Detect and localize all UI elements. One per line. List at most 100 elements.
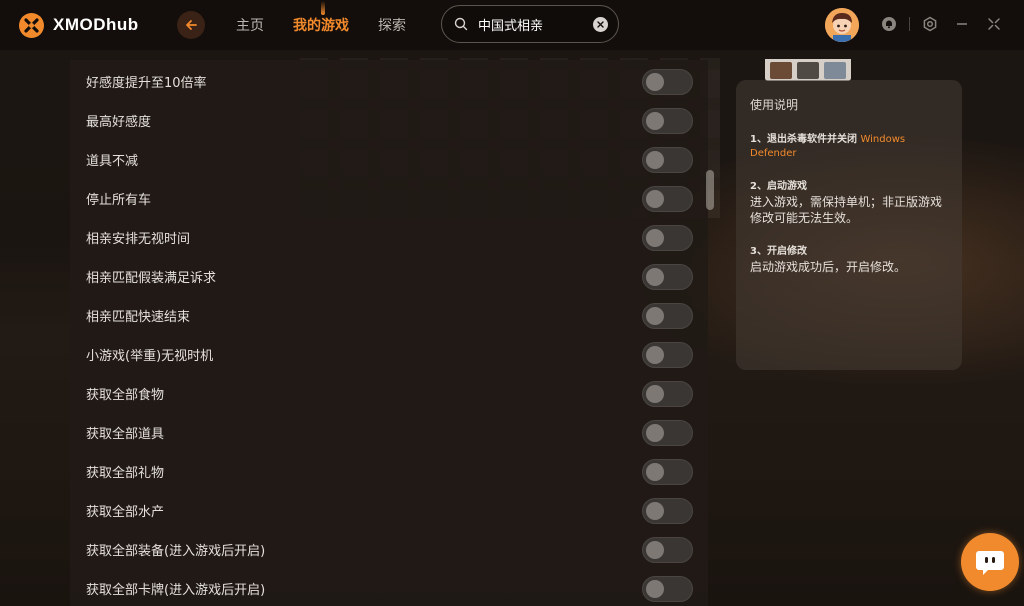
app-name: XMODhub — [53, 15, 139, 34]
step-description: 启动游戏成功后，开启修改。 — [750, 260, 907, 274]
instructions-panel: 使用说明 1、退出杀毒软件并关闭 Windows Defender 2、启动游戏… — [736, 80, 962, 370]
toggle-knob — [646, 540, 664, 559]
toggle-knob — [646, 306, 664, 325]
cheat-label: 获取全部水产 — [86, 505, 165, 520]
cheat-toggle[interactable] — [642, 497, 693, 524]
cheat-toggle[interactable] — [642, 185, 693, 212]
notifications-button[interactable] — [880, 15, 898, 33]
thumbnail[interactable] — [796, 61, 819, 79]
back-button[interactable] — [177, 11, 205, 39]
chat-button[interactable] — [961, 533, 1019, 591]
step-title: 3、开启修改 — [750, 246, 807, 257]
cheat-toggle[interactable] — [642, 458, 693, 485]
step-title-text: 1、退出杀毒软件并关闭 — [750, 134, 861, 145]
cheat-row: 获取全部水产 — [70, 491, 708, 530]
cheat-label: 获取全部礼物 — [86, 466, 165, 481]
cheat-row: 获取全部礼物 — [70, 452, 708, 491]
cheat-row: 获取全部卡牌(进入游戏后开启) — [70, 569, 708, 606]
game-thumbnails — [765, 59, 851, 81]
cheat-label: 获取全部卡牌(进入游戏后开启) — [86, 583, 266, 598]
instruction-step: 3、开启修改 启动游戏成功后，开启修改。 — [750, 245, 948, 275]
cheat-row: 道具不减 — [70, 140, 708, 179]
toggle-knob — [646, 579, 664, 598]
nav-explore[interactable]: 探索 — [378, 15, 406, 35]
step-title: 1、退出杀毒软件并关闭 Windows Defender — [750, 133, 948, 161]
cheat-row: 好感度提升至10倍率 — [70, 62, 708, 101]
cheat-row: 停止所有车 — [70, 179, 708, 218]
app-logo[interactable]: XMODhub — [18, 12, 139, 39]
cheat-toggle[interactable] — [642, 224, 693, 251]
cheat-label: 道具不减 — [86, 154, 139, 169]
thumbnail[interactable] — [770, 61, 793, 79]
cheat-toggle[interactable] — [642, 536, 693, 563]
cheat-toggle[interactable] — [642, 263, 693, 290]
avatar-image — [825, 8, 859, 42]
cheat-row: 相亲安排无视时间 — [70, 218, 708, 257]
cheat-row: 最高好感度 — [70, 101, 708, 140]
cheat-label: 小游戏(举重)无视时机 — [86, 349, 214, 364]
cheat-toggle[interactable] — [642, 68, 693, 95]
clear-search-button[interactable] — [593, 17, 608, 32]
cheat-toggle[interactable] — [642, 107, 693, 134]
cheat-toggle[interactable] — [642, 302, 693, 329]
toggle-knob — [646, 150, 664, 169]
nav-my-games-label: 我的游戏 — [293, 18, 349, 34]
cheat-label: 获取全部装备(进入游戏后开启) — [86, 544, 266, 559]
step-title: 2、启动游戏 — [750, 181, 807, 192]
close-icon — [597, 21, 604, 28]
step-description: 进入游戏，需保持单机；非正版游戏修改可能无法生效。 — [750, 195, 943, 225]
search-icon — [454, 17, 468, 31]
divider — [909, 17, 910, 31]
toggle-knob — [646, 423, 664, 442]
instruction-step: 2、启动游戏 进入游戏，需保持单机；非正版游戏修改可能无法生效。 — [750, 180, 948, 226]
window-controls — [880, 15, 1003, 33]
main-nav: 主页 我的游戏 探索 — [236, 0, 435, 50]
top-bar: XMODhub 主页 我的游戏 探索 — [0, 0, 1024, 50]
cheat-label: 相亲匹配快速结束 — [86, 310, 191, 325]
minimize-icon — [957, 23, 967, 25]
toggle-knob — [646, 267, 664, 286]
cheat-row: 获取全部食物 — [70, 374, 708, 413]
arrow-left-icon — [186, 20, 197, 30]
minimize-button[interactable] — [953, 15, 971, 33]
user-avatar[interactable] — [825, 8, 859, 42]
bell-icon — [882, 17, 896, 31]
toggle-knob — [646, 189, 664, 208]
cheat-row: 获取全部道具 — [70, 413, 708, 452]
cheat-list-panel: 好感度提升至10倍率 最高好感度 道具不减 停止所有车 相亲安排无视时间 相亲匹… — [70, 60, 708, 606]
cheat-label: 相亲安排无视时间 — [86, 232, 191, 247]
toggle-knob — [646, 501, 664, 520]
cheat-toggle[interactable] — [642, 380, 693, 407]
cheat-label: 获取全部道具 — [86, 427, 165, 442]
cheat-label: 停止所有车 — [86, 193, 152, 208]
cheat-label: 好感度提升至10倍率 — [86, 76, 207, 91]
nav-home[interactable]: 主页 — [236, 15, 264, 35]
cheat-row: 获取全部装备(进入游戏后开启) — [70, 530, 708, 569]
cheat-label: 获取全部食物 — [86, 388, 165, 403]
toggle-knob — [646, 228, 664, 247]
search-input[interactable] — [478, 16, 588, 32]
cheat-row: 小游戏(举重)无视时机 — [70, 335, 708, 374]
restore-icon — [988, 18, 1000, 30]
instruction-step: 1、退出杀毒软件并关闭 Windows Defender — [750, 133, 948, 161]
search-box — [441, 5, 619, 43]
active-indicator — [321, 1, 325, 15]
instructions-title: 使用说明 — [750, 98, 799, 112]
cheat-row: 相亲匹配快速结束 — [70, 296, 708, 335]
nav-my-games[interactable]: 我的游戏 — [293, 1, 349, 35]
restore-button[interactable] — [985, 15, 1003, 33]
toggle-knob — [646, 345, 664, 364]
cheat-toggle[interactable] — [642, 419, 693, 446]
cheat-toggle[interactable] — [642, 575, 693, 602]
cheat-toggle[interactable] — [642, 341, 693, 368]
settings-button[interactable] — [921, 15, 939, 33]
toggle-knob — [646, 384, 664, 403]
gear-icon — [923, 16, 937, 32]
chat-icon — [976, 551, 1004, 575]
cheat-toggle[interactable] — [642, 146, 693, 173]
cheat-label: 最高好感度 — [86, 115, 152, 130]
toggle-knob — [646, 462, 664, 481]
scrollbar-thumb[interactable] — [706, 170, 714, 210]
toggle-knob — [646, 72, 664, 91]
thumbnail[interactable] — [823, 61, 846, 79]
